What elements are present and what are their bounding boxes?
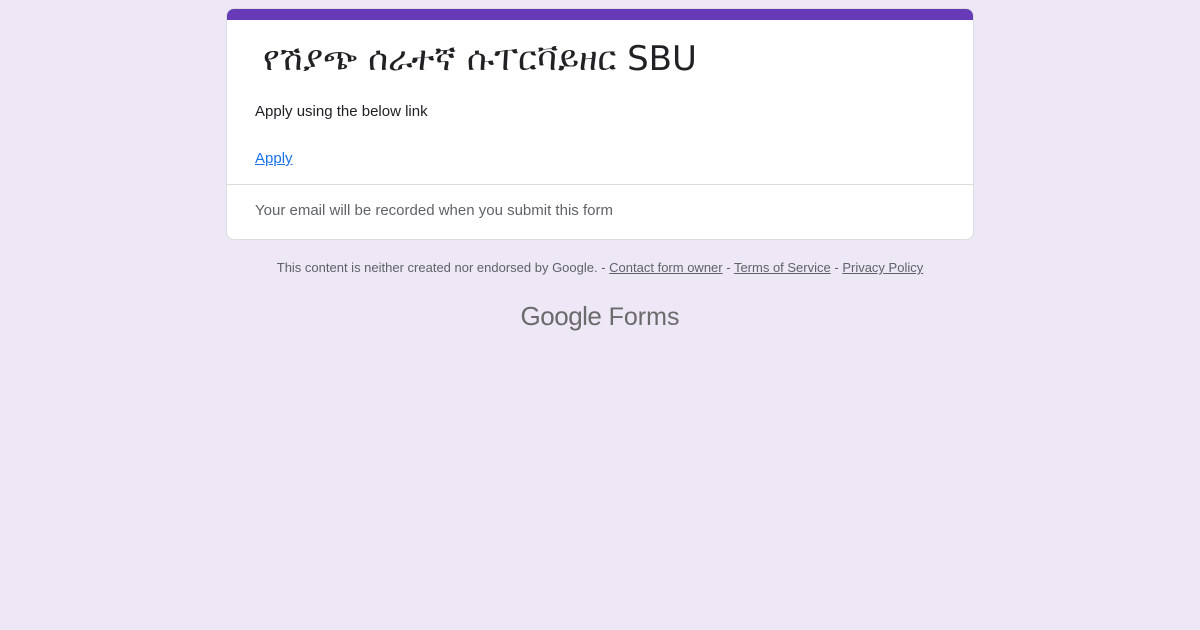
forms-wordmark: Forms — [608, 303, 680, 331]
footer-separator: - — [722, 260, 734, 275]
privacy-policy-link[interactable]: Privacy Policy — [842, 260, 923, 275]
disclaimer-text: This content is neither created nor endo… — [276, 260, 610, 275]
form-title: የሽያጭ ሰራተኛ ሱፐርቫይዘር SBU — [263, 39, 697, 79]
apply-link[interactable]: Apply — [255, 149, 293, 169]
footer-separator: - — [830, 260, 843, 275]
form-description: Apply using the below link — [255, 103, 428, 120]
page: የሽያጭ ሰራተኛ ሱፐርቫይዘር SBU Apply using the be… — [0, 0, 1200, 630]
theme-accent-bar — [227, 9, 973, 20]
contact-form-owner-link[interactable]: Contact form owner — [609, 260, 722, 275]
footer-disclaimer: This content is neither created nor endo… — [0, 258, 1200, 278]
email-recorded-notice: Your email will be recorded when you sub… — [255, 202, 613, 219]
google-forms-logo[interactable]: Google Forms — [0, 298, 1200, 335]
terms-of-service-link[interactable]: Terms of Service — [734, 260, 831, 275]
form-header-card: የሽያጭ ሰራተኛ ሱፐርቫይዘር SBU Apply using the be… — [226, 8, 974, 240]
google-wordmark: Google — [520, 301, 602, 331]
divider — [227, 184, 973, 185]
